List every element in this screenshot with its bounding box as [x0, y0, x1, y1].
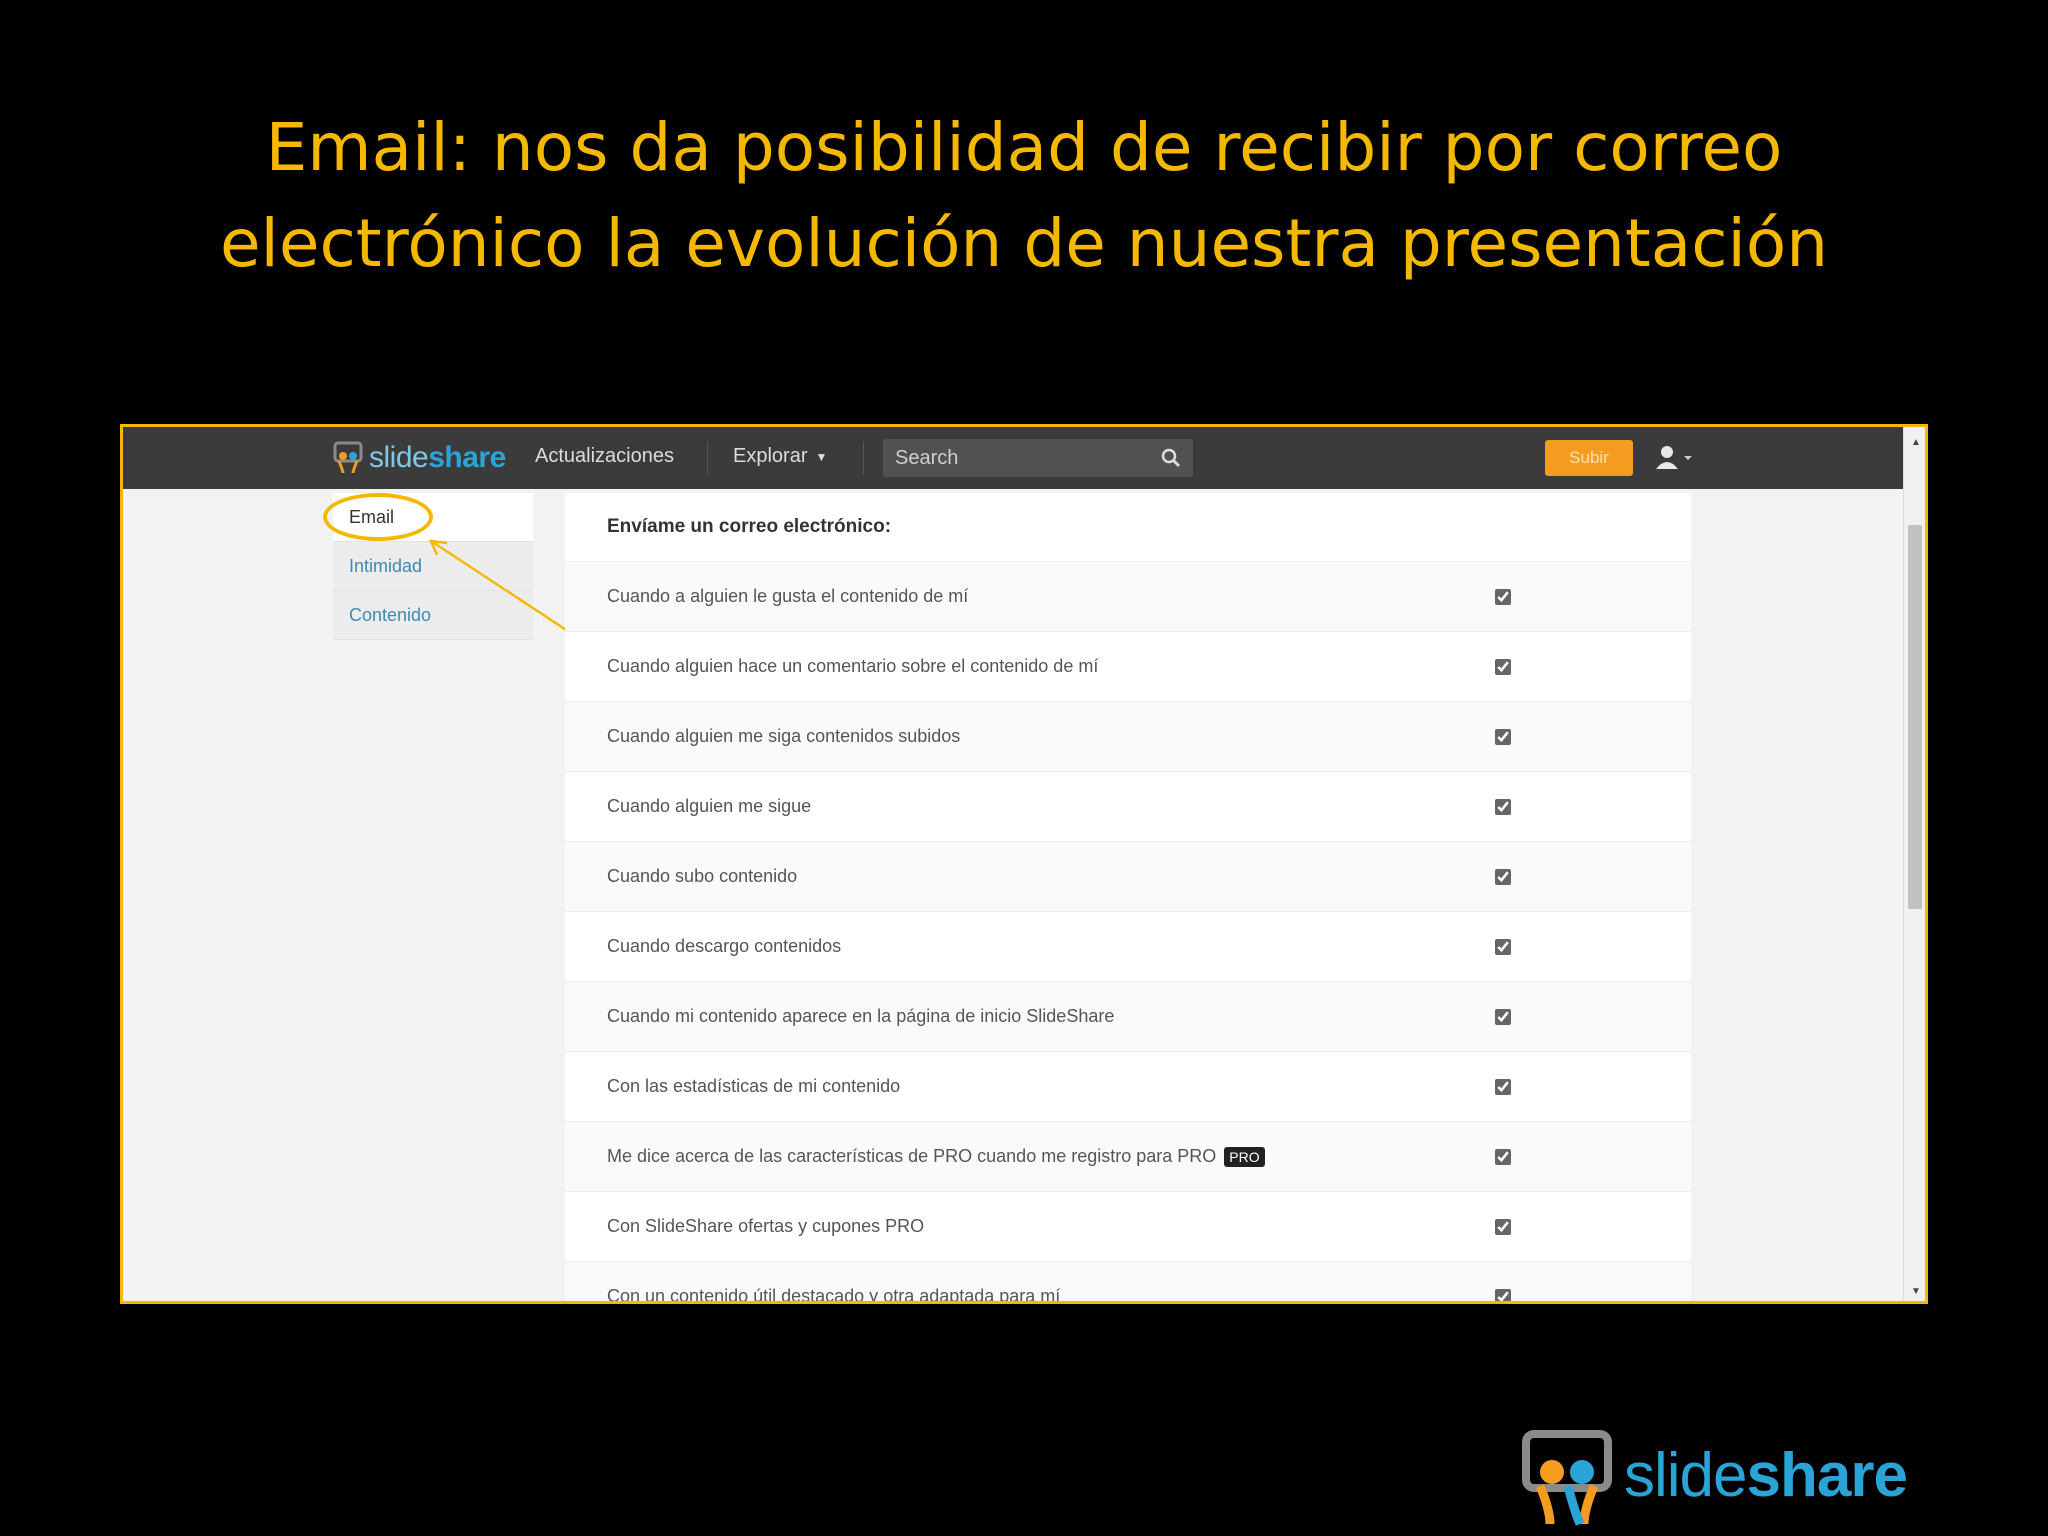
brand-wordmark: slideshare: [369, 441, 506, 475]
notification-checkbox[interactable]: [1495, 659, 1511, 675]
notification-label: Me dice acerca de las características de…: [607, 1146, 1217, 1166]
slide-title-line1: Email: nos da posibilidad de recibir por…: [265, 109, 1783, 186]
notification-list: Cuando a alguien le gusta el contenido d…: [565, 562, 1691, 1301]
footer-logo-light: slide: [1624, 1440, 1748, 1510]
notification-label: Cuando alguien me sigue: [607, 796, 812, 816]
page-scrollbar[interactable]: ▲ ▼: [1903, 427, 1925, 1301]
notification-checkbox[interactable]: [1495, 939, 1511, 955]
brand-wordmark-bold: share: [428, 441, 506, 474]
notification-row: Cuando alguien me sigue: [565, 772, 1691, 842]
nav-explore-dropdown[interactable]: Explorar ▼: [733, 445, 827, 468]
nav-updates-link[interactable]: Actualizaciones: [535, 445, 674, 468]
notification-label: Cuando descargo contenidos: [607, 936, 842, 956]
brand-wordmark-light: slide: [369, 441, 429, 474]
notification-row: Cuando mi contenido aparece en la página…: [565, 982, 1691, 1052]
notification-row: Cuando alguien me siga contenidos subido…: [565, 702, 1691, 772]
notification-checkbox[interactable]: [1495, 729, 1511, 745]
notification-label: Con un contenido útil destacado y otra a…: [607, 1286, 1061, 1301]
notification-label: Cuando a alguien le gusta el contenido d…: [607, 586, 969, 606]
slideshare-logo-icon: [333, 441, 363, 474]
notification-checkbox[interactable]: [1495, 1289, 1511, 1301]
notification-row: Con un contenido útil destacado y otra a…: [565, 1262, 1691, 1301]
scroll-down-icon[interactable]: ▼: [1911, 1286, 1921, 1297]
email-settings-panel: Envíame un correo electrónico: Cuando a …: [565, 493, 1691, 1301]
panel-header: Envíame un correo electrónico:: [565, 493, 1691, 562]
notification-row: Con SlideShare ofertas y cupones PRO: [565, 1192, 1691, 1262]
user-menu-icon[interactable]: [1653, 443, 1697, 473]
notification-label: Cuando subo contenido: [607, 866, 798, 886]
nav-explore-label: Explorar: [733, 445, 808, 467]
notification-checkbox[interactable]: [1495, 1219, 1511, 1235]
notification-row: Con las estadísticas de mi contenido: [565, 1052, 1691, 1122]
scroll-up-icon[interactable]: ▲: [1911, 437, 1921, 448]
notification-label: Cuando mi contenido aparece en la página…: [607, 1006, 1115, 1026]
slideshare-screenshot: slideshare Actualizaciones Explorar ▼ Sub…: [120, 424, 1928, 1304]
nav-divider: [707, 441, 708, 475]
footer-logo: slideshare: [1512, 1420, 1942, 1530]
top-navbar: slideshare Actualizaciones Explorar ▼ Sub…: [123, 427, 1903, 489]
search-input[interactable]: [883, 439, 1167, 477]
slideshare-logo-icon: [1522, 1430, 1612, 1526]
notification-checkbox[interactable]: [1495, 869, 1511, 885]
notification-checkbox[interactable]: [1495, 589, 1511, 605]
chevron-down-icon: ▼: [815, 449, 828, 464]
notification-checkbox[interactable]: [1495, 1009, 1511, 1025]
slide-title: Email: nos da posibilidad de recibir por…: [0, 100, 2048, 292]
notification-checkbox[interactable]: [1495, 799, 1511, 815]
notification-row: Me dice acerca de las características de…: [565, 1122, 1691, 1192]
notification-row: Cuando subo contenido: [565, 842, 1691, 912]
notification-checkbox[interactable]: [1495, 1149, 1511, 1165]
notification-label: Cuando alguien hace un comentario sobre …: [607, 656, 1099, 676]
email-highlight-ring: [323, 493, 433, 541]
footer-logo-wordmark: slideshare: [1624, 1440, 1908, 1511]
notification-row: Cuando descargo contenidos: [565, 912, 1691, 982]
notification-label: Con las estadísticas de mi contenido: [607, 1076, 901, 1096]
slide-title-line2: electrónico la evolución de nuestra pres…: [219, 205, 1829, 282]
notification-label: Con SlideShare ofertas y cupones PRO: [607, 1216, 925, 1236]
notification-label: Cuando alguien me siga contenidos subido…: [607, 726, 961, 746]
search-icon[interactable]: [1161, 448, 1181, 468]
search-box: [883, 439, 1193, 477]
footer-logo-bold: share: [1746, 1440, 1908, 1510]
scrollbar-thumb[interactable]: [1908, 525, 1922, 909]
upload-button[interactable]: Subir: [1545, 440, 1633, 476]
pro-badge: PRO: [1224, 1146, 1265, 1167]
nav-divider: [863, 441, 864, 475]
notification-row: Cuando alguien hace un comentario sobre …: [565, 632, 1691, 702]
notification-checkbox[interactable]: [1495, 1079, 1511, 1095]
notification-row: Cuando a alguien le gusta el contenido d…: [565, 562, 1691, 632]
brand-logo[interactable]: slideshare: [333, 439, 506, 477]
